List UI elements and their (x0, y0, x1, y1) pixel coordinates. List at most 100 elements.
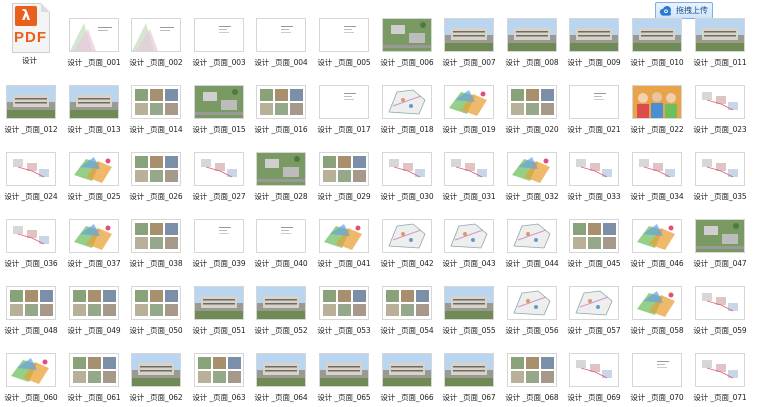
file-item[interactable]: 设计 _页面_005 (313, 2, 375, 72)
file-name: 设计 _页面_045 (567, 259, 621, 268)
file-name: 设计 _页面_060 (4, 393, 58, 402)
file-item[interactable]: 设计 _页面_041 (313, 203, 375, 273)
file-thumbnail (6, 286, 56, 320)
file-item[interactable]: 设计 _页面_037 (63, 203, 125, 273)
file-item[interactable]: 设计 _页面_026 (125, 136, 187, 206)
file-name: 设计 _页面_061 (67, 393, 121, 402)
file-item[interactable]: 设计 _页面_033 (563, 136, 625, 206)
file-item[interactable]: 设计 _页面_012 (0, 69, 62, 139)
file-item[interactable]: 设计 _页面_054 (376, 270, 438, 340)
file-item[interactable]: 设计 _页面_019 (438, 69, 500, 139)
file-thumbnail (319, 18, 369, 52)
file-item[interactable]: 设计 _页面_013 (63, 69, 125, 139)
file-item[interactable]: 设计 _页面_007 (438, 2, 500, 72)
file-item[interactable]: 设计 _页面_040 (250, 203, 312, 273)
file-item[interactable]: 设计 _页面_028 (250, 136, 312, 206)
file-thumbnail (131, 18, 181, 52)
file-item[interactable]: 设计 _页面_014 (125, 69, 187, 139)
file-item[interactable]: 设计 _页面_056 (501, 270, 563, 340)
file-item[interactable]: 设计 _页面_006 (376, 2, 438, 72)
file-item[interactable]: 设计 _页面_035 (689, 136, 751, 206)
file-thumbnail (256, 286, 306, 320)
file-item[interactable]: 设计 _页面_059 (689, 270, 751, 340)
file-thumbnail (569, 353, 619, 387)
file-item[interactable]: 设计 _页面_027 (188, 136, 250, 206)
file-item[interactable]: 设计 _页面_010 (626, 2, 688, 72)
file-thumbnail (569, 219, 619, 253)
file-item[interactable]: 设计 _页面_030 (376, 136, 438, 206)
file-thumbnail (6, 353, 56, 387)
file-item[interactable]: 设计 _页面_061 (63, 337, 125, 407)
file-name: 设计 _页面_011 (693, 58, 747, 67)
file-thumbnail (382, 219, 432, 253)
file-name: 设计 _页面_036 (4, 259, 58, 268)
file-thumbnail (6, 85, 56, 119)
file-item[interactable]: 设计 _页面_039 (188, 203, 250, 273)
file-item[interactable]: 设计 _页面_015 (188, 69, 250, 139)
file-item[interactable]: 设计 _页面_046 (626, 203, 688, 273)
file-item[interactable]: 设计 _页面_001 (63, 2, 125, 72)
file-item[interactable]: 设计 _页面_017 (313, 69, 375, 139)
file-item[interactable]: 设计 _页面_042 (376, 203, 438, 273)
file-thumbnail (256, 219, 306, 253)
file-name: 设计 _页面_026 (129, 192, 183, 201)
file-item[interactable]: 设计 _页面_067 (438, 337, 500, 407)
file-item[interactable]: 设计 _页面_047 (689, 203, 751, 273)
file-thumbnail (632, 219, 682, 253)
file-item[interactable]: 设计 _页面_065 (313, 337, 375, 407)
file-item[interactable]: 设计 _页面_050 (125, 270, 187, 340)
file-item[interactable]: 设计 _页面_009 (563, 2, 625, 72)
file-item[interactable]: 设计 _页面_016 (250, 69, 312, 139)
file-item[interactable]: 设计 _页面_051 (188, 270, 250, 340)
file-item[interactable]: 设计 _页面_022 (626, 69, 688, 139)
file-item[interactable]: 设计 _页面_049 (63, 270, 125, 340)
pdf-file-item[interactable]: λ PDF 设计 (0, 0, 62, 70)
file-item[interactable]: 设计 _页面_031 (438, 136, 500, 206)
file-item[interactable]: 设计 _页面_023 (689, 69, 751, 139)
file-item[interactable]: 设计 _页面_044 (501, 203, 563, 273)
file-thumbnail (256, 353, 306, 387)
file-item[interactable]: 设计 _页面_071 (689, 337, 751, 407)
file-item[interactable]: 设计 _页面_068 (501, 337, 563, 407)
file-name: 设计 _页面_032 (505, 192, 559, 201)
file-item[interactable]: 设计 _页面_029 (313, 136, 375, 206)
file-item[interactable]: 设计 _页面_008 (501, 2, 563, 72)
file-item[interactable]: 设计 _页面_034 (626, 136, 688, 206)
file-item[interactable]: 设计 _页面_003 (188, 2, 250, 72)
file-item[interactable]: 设计 _页面_025 (63, 136, 125, 206)
file-item[interactable]: 设计 _页面_018 (376, 69, 438, 139)
file-item[interactable]: 设计 _页面_062 (125, 337, 187, 407)
file-name: 设计 _页面_012 (4, 125, 58, 134)
file-name: 设计 _页面_064 (254, 393, 308, 402)
file-item[interactable]: 设计 _页面_024 (0, 136, 62, 206)
file-item[interactable]: 设计 _页面_002 (125, 2, 187, 72)
file-thumbnail (382, 353, 432, 387)
file-item[interactable]: 设计 _页面_060 (0, 337, 62, 407)
file-name: 设计 _页面_031 (442, 192, 496, 201)
file-item[interactable]: 设计 _页面_021 (563, 69, 625, 139)
file-item[interactable]: 设计 _页面_045 (563, 203, 625, 273)
file-item[interactable]: 设计 _页面_053 (313, 270, 375, 340)
file-item[interactable]: 设计 _页面_063 (188, 337, 250, 407)
file-item[interactable]: 设计 _页面_038 (125, 203, 187, 273)
file-name: 设计 _页面_070 (630, 393, 684, 402)
file-thumbnail (194, 18, 244, 52)
file-item[interactable]: 设计 _页面_058 (626, 270, 688, 340)
file-item[interactable]: 设计 _页面_057 (563, 270, 625, 340)
file-item[interactable]: 设计 _页面_032 (501, 136, 563, 206)
file-item[interactable]: 设计 _页面_066 (376, 337, 438, 407)
file-item[interactable]: 设计 _页面_070 (626, 337, 688, 407)
file-item[interactable]: 设计 _页面_004 (250, 2, 312, 72)
file-item[interactable]: 设计 _页面_055 (438, 270, 500, 340)
file-item[interactable]: 设计 _页面_020 (501, 69, 563, 139)
file-name: 设计 _页面_066 (380, 393, 434, 402)
file-item[interactable]: 设计 _页面_043 (438, 203, 500, 273)
file-thumbnail (131, 219, 181, 253)
file-item[interactable]: 设计 _页面_064 (250, 337, 312, 407)
file-item[interactable]: 设计 _页面_069 (563, 337, 625, 407)
file-item[interactable]: 设计 _页面_036 (0, 203, 62, 273)
file-name: 设计 _页面_028 (254, 192, 308, 201)
file-item[interactable]: 设计 _页面_052 (250, 270, 312, 340)
file-item[interactable]: 设计 _页面_048 (0, 270, 62, 340)
file-item[interactable]: 设计 _页面_011 (689, 2, 751, 72)
